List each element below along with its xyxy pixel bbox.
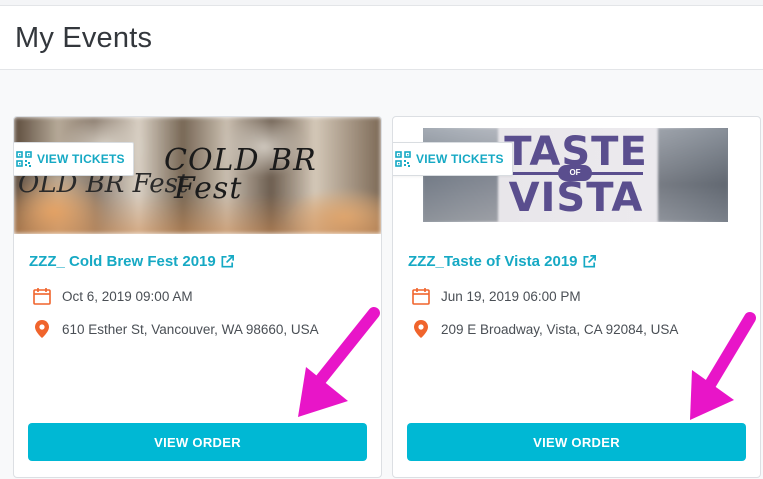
external-link-icon <box>583 255 596 268</box>
event-title: ZZZ_ Cold Brew Fest 2019 <box>29 253 216 270</box>
event-card: OLD BR Fest COLD BR Fest VIEW TICKETS ZZ… <box>13 116 382 478</box>
view-tickets-button[interactable]: VIEW TICKETS <box>393 142 513 176</box>
event-address: 209 E Broadway, Vista, CA 92084, USA <box>441 321 679 337</box>
event-address: 610 Esther St, Vancouver, WA 98660, USA <box>62 321 319 337</box>
location-pin-icon <box>35 320 49 338</box>
event-address-row: 610 Esther St, Vancouver, WA 98660, USA <box>32 320 319 338</box>
event-datetime: Oct 6, 2019 09:00 AM <box>62 288 193 304</box>
view-tickets-button[interactable]: VIEW TICKETS <box>14 142 134 176</box>
banner-logo-line: OF <box>558 165 592 181</box>
event-date-row: Jun 19, 2019 06:00 PM <box>411 286 581 306</box>
location-pin-icon <box>414 320 428 338</box>
page-title: My Events <box>15 22 153 54</box>
event-title-link[interactable]: ZZZ_ Cold Brew Fest 2019 <box>29 253 235 270</box>
banner-logo: COLD BR Fest <box>164 146 317 206</box>
view-order-button[interactable]: VIEW ORDER <box>28 423 367 461</box>
event-date-row: Oct 6, 2019 09:00 AM <box>32 286 193 306</box>
event-address-row: 209 E Broadway, Vista, CA 92084, USA <box>411 320 678 338</box>
calendar-icon <box>33 288 51 305</box>
banner-logo-line: VISTA <box>508 175 644 221</box>
qr-code-icon <box>16 151 32 167</box>
event-title: ZZZ_Taste of Vista 2019 <box>408 253 578 270</box>
event-card: TASTE OF VISTA VIEW TICKETS ZZZ_Taste of… <box>392 116 761 478</box>
calendar-icon <box>412 288 430 305</box>
view-order-button[interactable]: VIEW ORDER <box>407 423 746 461</box>
view-tickets-label: VIEW TICKETS <box>416 152 504 166</box>
event-datetime: Jun 19, 2019 06:00 PM <box>441 288 581 304</box>
view-tickets-label: VIEW TICKETS <box>37 152 125 166</box>
banner-logo-line: Fest <box>174 171 243 206</box>
event-title-link[interactable]: ZZZ_Taste of Vista 2019 <box>408 253 597 270</box>
qr-code-icon <box>395 151 411 167</box>
page-header: My Events <box>0 5 763 70</box>
external-link-icon <box>221 255 234 268</box>
